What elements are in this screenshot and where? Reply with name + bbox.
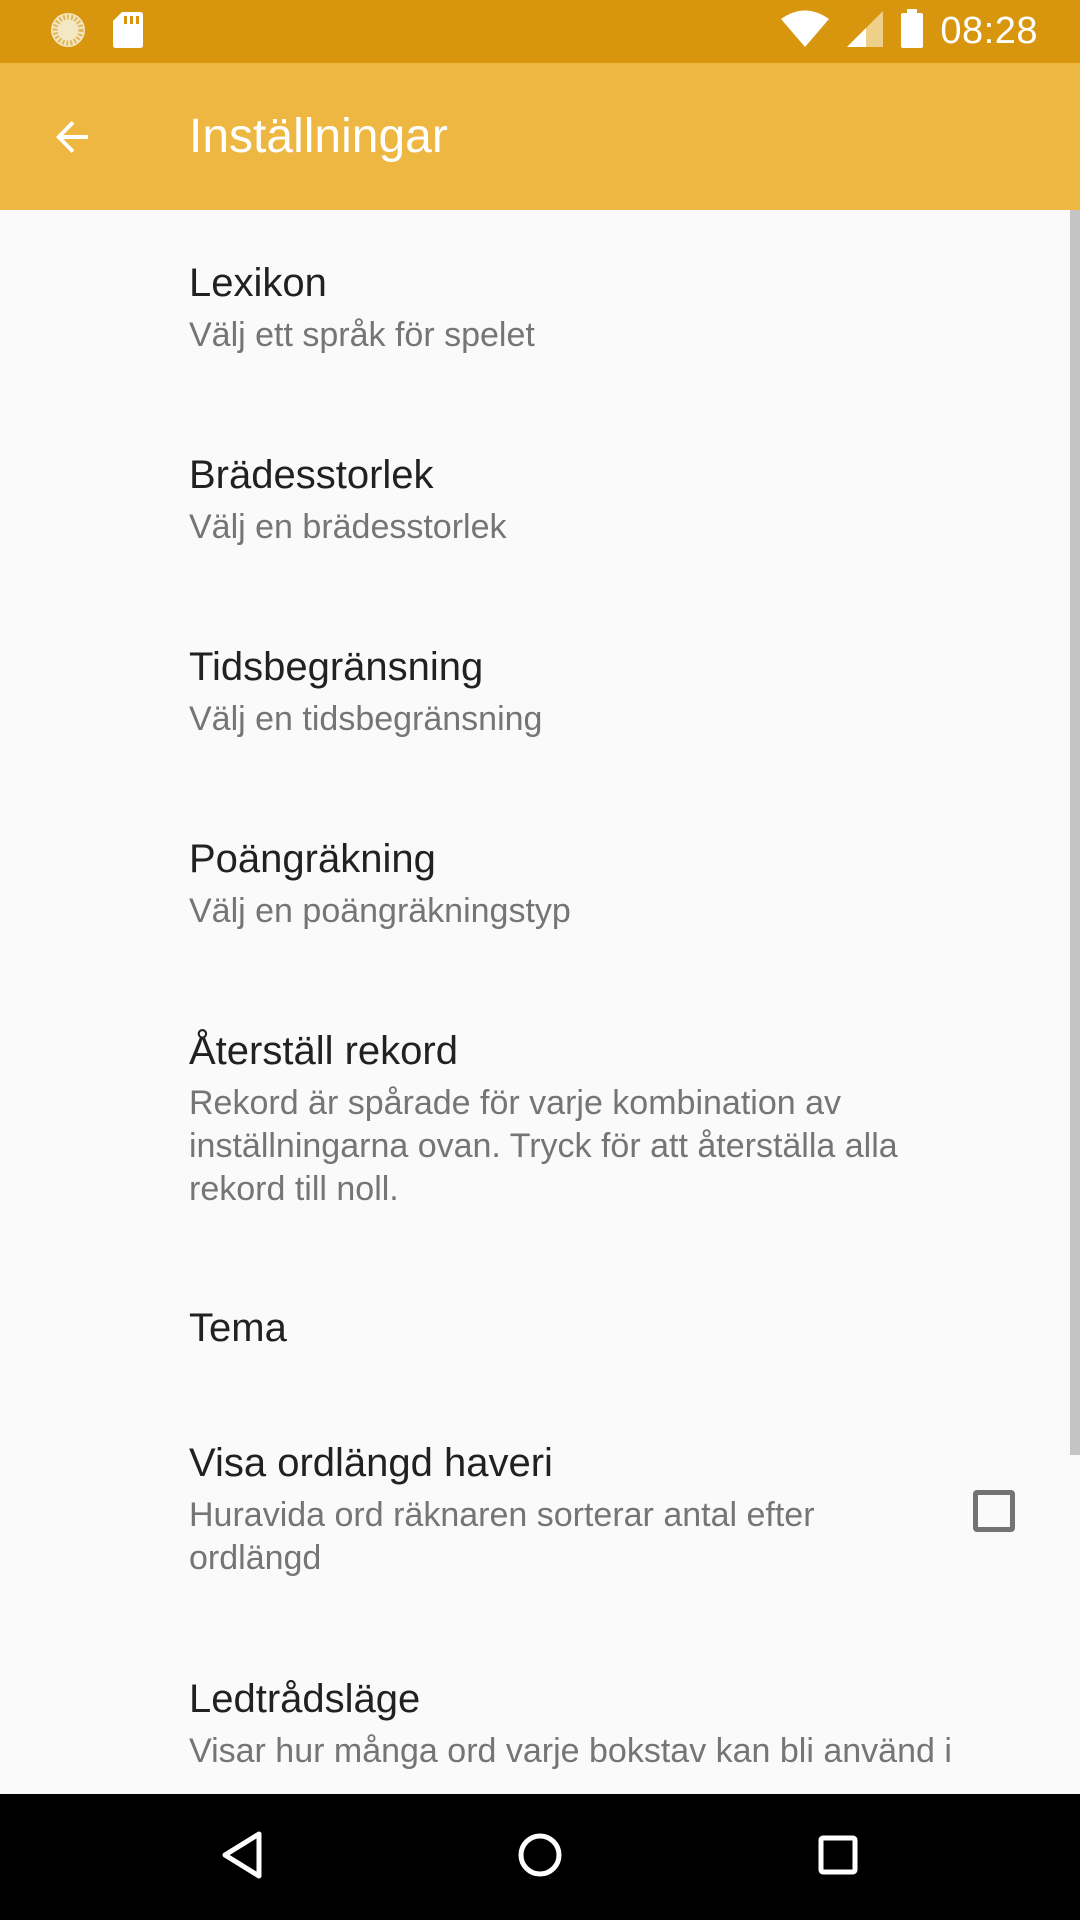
wifi-icon [780,10,830,53]
pref-summary: Välj en poängräkningstyp [189,892,571,930]
pref-title: Ledtrådsläge [189,1677,421,1721]
pref-title: Tidsbegränsning [189,645,484,689]
recents-square-icon [816,1833,860,1882]
pref-summary: Rekord är spårade för varje kombination … [189,1084,898,1208]
pref-title: Poängräkning [189,837,436,881]
pref-title: Tema [189,1306,287,1350]
loading-circle-icon [48,10,88,55]
page-title: Inställningar [189,110,448,163]
arrow-back-icon [48,113,96,166]
pref-title: Brädesstorlek [189,453,434,497]
pref-ledtradslage[interactable]: Ledtrådsläge Visar hur många ord varje b… [0,1634,1080,1794]
nav-recents-button[interactable] [802,1821,874,1893]
pref-tema[interactable]: Tema [0,1256,1080,1400]
navigation-bar [0,1794,1080,1920]
settings-list: Lexikon Välj ett språk för spelet Brädes… [0,210,1080,1794]
pref-aterstall-rekord[interactable]: Återställ rekord Rekord är spårade för v… [0,978,1080,1256]
pref-lexikon[interactable]: Lexikon Välj ett språk för spelet [0,210,1080,402]
app-bar: Inställningar [0,63,1080,210]
pref-summary: Visar hur många ord varje bokstav kan bl… [189,1732,952,1770]
pref-summary: Välj ett språk för spelet [189,316,535,354]
back-triangle-icon [219,1830,265,1885]
status-bar: 08:28 [0,0,1080,63]
settings-screen: 08:28 Inställningar Lexikon Välj ett spr… [0,0,1080,1920]
battery-icon [900,8,924,54]
pref-title: Återställ rekord [189,1029,458,1073]
pref-title: Lexikon [189,261,327,305]
pref-title: Visa ordlängd haveri [189,1441,553,1485]
ordlangd-checkbox[interactable] [973,1490,1015,1532]
back-button[interactable] [30,97,114,181]
status-time: 08:28 [940,9,1038,52]
nav-home-button[interactable] [504,1821,576,1893]
cellular-signal-icon [846,10,884,53]
pref-summary: Huravida ord räknaren sorterar antal eft… [189,1496,815,1577]
pref-summary: Välj en tidsbegränsning [189,700,543,738]
pref-visa-ordlangd-haveri[interactable]: Visa ordlängd haveri Huravida ord räknar… [0,1400,1080,1634]
pref-bradesstorlek[interactable]: Brädesstorlek Välj en brädesstorlek [0,402,1080,594]
pref-summary: Välj en brädesstorlek [189,508,507,546]
sd-card-icon [112,11,144,54]
scrollbar[interactable] [1070,210,1080,1455]
nav-back-button[interactable] [206,1821,278,1893]
pref-poangrakning[interactable]: Poängräkning Välj en poängräkningstyp [0,786,1080,978]
pref-tidsbegransning[interactable]: Tidsbegränsning Välj en tidsbegränsning [0,594,1080,786]
home-circle-icon [516,1831,564,1884]
